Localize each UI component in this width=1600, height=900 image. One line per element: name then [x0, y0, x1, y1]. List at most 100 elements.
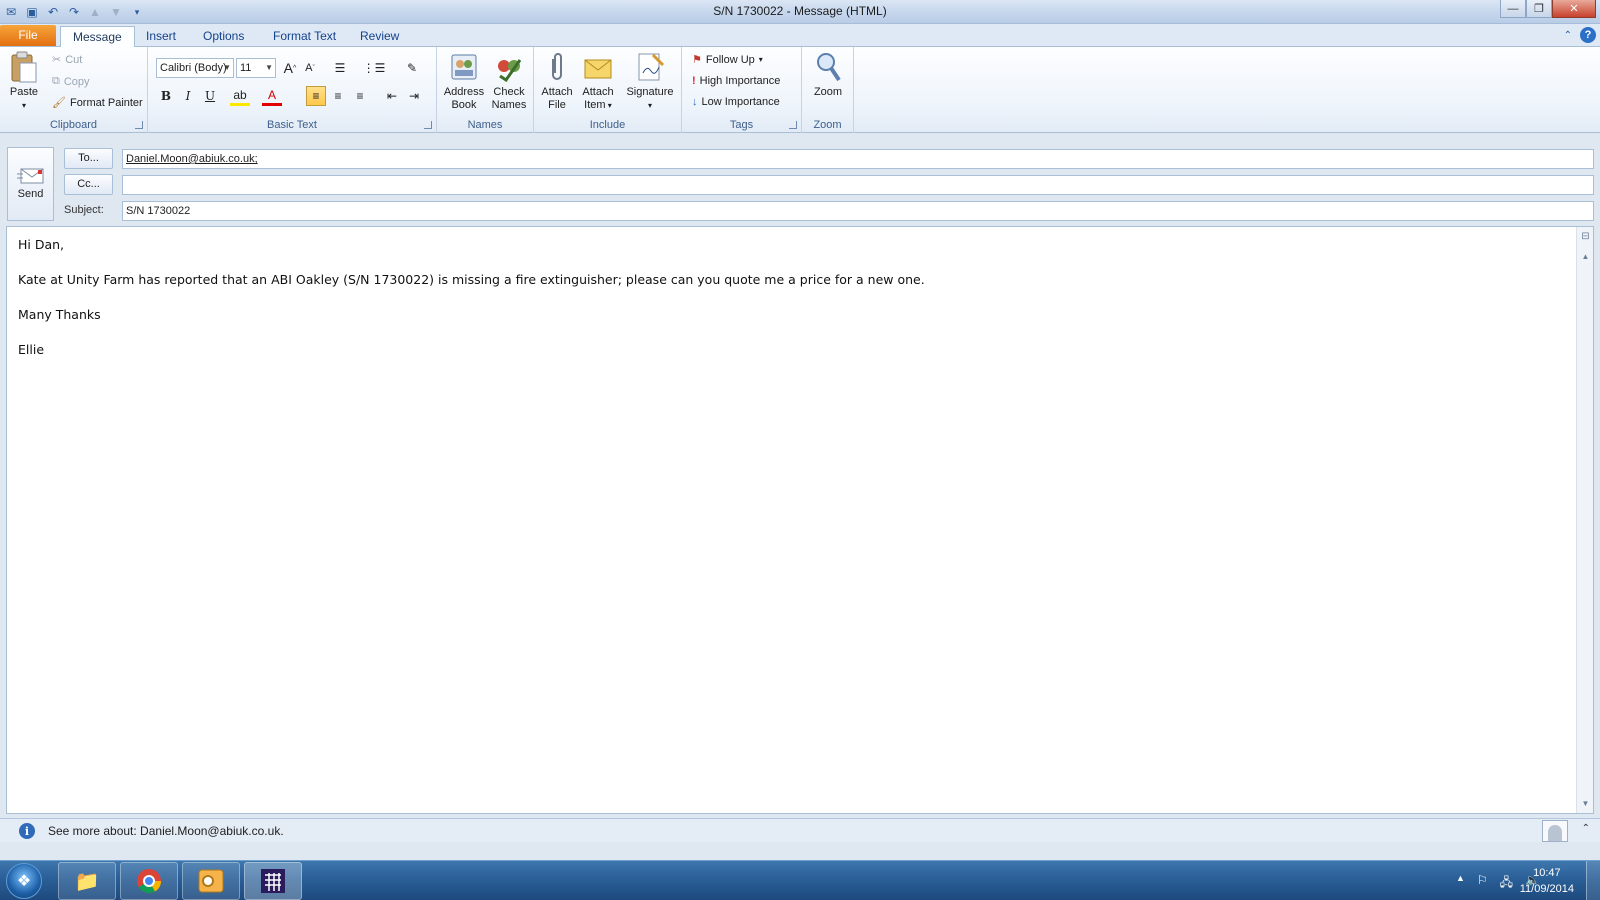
grow-font-icon[interactable]: A ^ — [280, 58, 300, 78]
cc-button[interactable]: Cc... — [64, 174, 113, 195]
signature-button[interactable]: Signature ▾ — [622, 51, 678, 112]
bold-button[interactable]: B — [156, 86, 176, 106]
scissors-icon: ✂ — [52, 54, 62, 66]
tab-format-text[interactable]: Format Text — [261, 26, 348, 47]
show-desktop-button[interactable] — [1586, 861, 1600, 900]
tags-dialog-launcher[interactable] — [789, 121, 797, 129]
bullets-icon[interactable]: ☰ — [330, 58, 350, 78]
font-color-icon[interactable]: A — [262, 86, 282, 106]
to-field[interactable]: Daniel.Moon@abiuk.co.uk; — [122, 149, 1594, 169]
paperclip-icon — [541, 51, 573, 83]
follow-up-label: Follow Up — [705, 53, 755, 66]
group-clipboard: Paste ▾ ✂ Cut ⧉ Copy 🖌 Format Painter Clipbo… — [0, 47, 148, 133]
network-icon[interactable]: 🖧 — [1500, 873, 1513, 894]
tab-options[interactable]: Options — [191, 26, 256, 47]
windows-logo-icon: ❖ — [16, 873, 32, 890]
address-book-icon — [448, 51, 480, 83]
to-button[interactable]: To... — [64, 148, 113, 169]
scroll-down-icon[interactable]: ▼ — [1578, 796, 1593, 811]
underline-button[interactable]: U — [200, 86, 220, 106]
minimize-ribbon-icon[interactable]: ⌃ — [1564, 30, 1572, 41]
minimize-button[interactable]: — — [1500, 0, 1526, 18]
show-hidden-icons-icon[interactable]: ▲ — [1456, 873, 1465, 894]
check-names-button[interactable]: Check Names — [487, 51, 531, 112]
font-family-combo[interactable]: Calibri (Body) ▼ — [156, 58, 234, 78]
ribbon-tabs: File Message Insert Options Format Text … — [0, 24, 1600, 48]
copy-label: Copy — [63, 75, 90, 88]
send-icon — [16, 166, 45, 184]
tab-message[interactable]: Message — [60, 26, 135, 48]
shrink-font-icon[interactable]: Aˇ — [300, 58, 320, 78]
paste-icon — [8, 51, 40, 83]
zoom-group-label: Zoom — [813, 119, 842, 131]
expand-people-pane-icon[interactable]: ⌃ — [1582, 823, 1590, 834]
group-include: Attach File Attach Item ▾ Signature ▾ Inclu… — [534, 47, 682, 133]
help-icon[interactable]: ? — [1580, 27, 1596, 43]
basic-text-group-label: Basic Text — [267, 119, 317, 131]
window-title: S/N 1730022 - Message (HTML) — [713, 4, 887, 18]
tab-file[interactable]: File — [0, 25, 56, 46]
clipboard-dialog-launcher[interactable] — [135, 121, 143, 129]
align-center-button[interactable]: ≡ — [328, 86, 348, 106]
paste-button[interactable]: Paste ▾ — [6, 51, 42, 112]
people-pane-text[interactable]: See more about: Daniel.Moon@abiuk.co.uk. — [48, 824, 284, 838]
copy-button[interactable]: ⧉ Copy — [52, 75, 90, 88]
signature-icon — [634, 51, 666, 83]
restore-button[interactable]: ❐ — [1526, 0, 1552, 18]
increase-indent-icon[interactable]: ⇥ — [404, 86, 424, 106]
chrome-taskbar-icon[interactable] — [120, 862, 178, 900]
send-label: Send — [17, 188, 44, 200]
format-painter-button[interactable]: 🖌 Format Painter — [52, 96, 143, 110]
ruler-toggle-icon[interactable]: ⊟ — [1578, 231, 1593, 245]
check-names-label-2: Names — [491, 99, 527, 111]
window-controls: — ❐ ✕ — [1500, 0, 1596, 18]
check-names-icon — [493, 51, 525, 83]
scroll-up-icon[interactable]: ▲ — [1578, 249, 1593, 264]
avatar[interactable] — [1542, 820, 1568, 842]
message-text[interactable]: Hi Dan, Kate at Unity Farm has reported … — [18, 237, 925, 377]
outlook-taskbar-icon[interactable] — [182, 862, 240, 900]
font-size-value: 11 — [240, 62, 252, 74]
check-names-label-1: Check — [493, 86, 525, 98]
attach-item-button[interactable]: Attach Item ▾ — [578, 51, 618, 112]
align-right-button[interactable]: ≡ — [350, 86, 370, 106]
highlight-icon[interactable]: ab — [230, 86, 250, 106]
high-importance-button[interactable]: ! High Importance — [692, 75, 780, 87]
low-importance-label: Low Importance — [701, 96, 780, 108]
numbering-icon[interactable]: ⋮☰ — [363, 58, 386, 78]
chevron-down-icon: ▼ — [223, 63, 231, 72]
vertical-scrollbar[interactable]: ⊟ ▲ ▼ — [1576, 227, 1593, 813]
basic-text-dialog-launcher[interactable] — [424, 121, 432, 129]
align-left-button[interactable]: ≡ — [306, 86, 326, 106]
body-line: Many Thanks — [18, 307, 101, 322]
address-book-button[interactable]: Address Book — [441, 51, 487, 112]
tab-insert[interactable]: Insert — [134, 26, 188, 47]
cc-field[interactable] — [122, 175, 1594, 195]
close-button[interactable]: ✕ — [1552, 0, 1596, 18]
decrease-indent-icon[interactable]: ⇤ — [382, 86, 402, 106]
to-recipient[interactable]: Daniel.Moon@abiuk.co.uk; — [126, 153, 258, 165]
info-icon: i — [19, 823, 35, 839]
tab-review[interactable]: Review — [348, 26, 411, 47]
subject-field[interactable]: S/N 1730022 — [122, 201, 1594, 221]
start-button[interactable]: ❖ — [6, 863, 42, 899]
message-body[interactable]: Hi Dan, Kate at Unity Farm has reported … — [6, 226, 1594, 814]
action-center-flag-icon[interactable]: ⚐ — [1477, 873, 1488, 894]
zoom-label: Zoom — [813, 86, 843, 98]
clock[interactable]: 10:47 11/09/2014 — [1520, 865, 1574, 897]
app-taskbar-icon[interactable] — [244, 862, 302, 900]
clear-formatting-icon[interactable]: ✎ — [402, 58, 422, 78]
people-pane: i See more about: Daniel.Moon@abiuk.co.u… — [0, 818, 1600, 842]
explorer-taskbar-icon[interactable]: 📁 — [58, 862, 116, 900]
zoom-button[interactable]: Zoom — [808, 51, 848, 99]
italic-button[interactable]: I — [178, 86, 198, 106]
follow-up-button[interactable]: ⚑ Follow Up ▾ — [692, 53, 763, 67]
signature-label: Signature — [626, 86, 674, 98]
attach-file-button[interactable]: Attach File — [538, 51, 576, 112]
attach-item-label-1: Attach — [582, 86, 614, 98]
flag-icon: ⚑ — [692, 54, 702, 66]
font-size-combo[interactable]: 11 ▼ — [236, 58, 276, 78]
low-importance-button[interactable]: ↓ Low Importance — [692, 96, 780, 108]
cut-button[interactable]: ✂ Cut — [52, 53, 82, 67]
send-button[interactable]: Send — [7, 147, 54, 221]
